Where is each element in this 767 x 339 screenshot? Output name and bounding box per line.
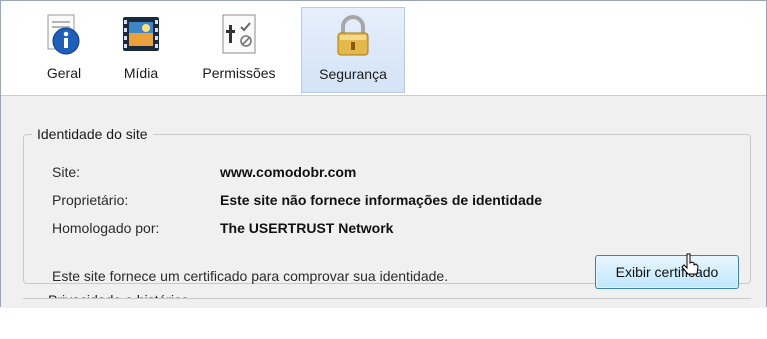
privacy-history-group: Privacidade e histórico: [23, 290, 751, 339]
site-value: www.comodobr.com: [220, 164, 357, 180]
padlock-icon: [331, 14, 375, 58]
tab-seguranca-label: Segurança: [319, 66, 387, 82]
tab-geral[interactable]: Geral: [33, 7, 95, 93]
view-certificate-button[interactable]: Exibir certificado: [595, 255, 739, 289]
tab-midia[interactable]: Mídia: [109, 7, 173, 93]
tab-permissoes[interactable]: Permissões: [189, 7, 289, 93]
page-info-window: Geral Mídia Permissões Segurança Identid…: [0, 0, 767, 308]
certificate-note: Este site fornece um certificado para co…: [52, 268, 449, 284]
privacy-history-title: Privacidade e histórico: [43, 290, 194, 298]
mouse-cursor-icon: [681, 253, 699, 275]
tab-permissoes-label: Permissões: [202, 65, 276, 81]
verified-by-value: The USERTRUST Network: [220, 220, 394, 236]
tab-seguranca[interactable]: Segurança: [301, 7, 405, 93]
info-icon: [42, 13, 86, 57]
toolbar: Geral Mídia Permissões Segurança: [1, 1, 766, 96]
owner-label: Proprietário:: [52, 192, 129, 208]
permissions-icon: [217, 13, 261, 57]
security-panel: Identidade do site Site: www.comodobr.co…: [1, 96, 766, 308]
tab-geral-label: Geral: [46, 65, 82, 81]
site-label: Site:: [52, 164, 81, 180]
media-icon: [119, 13, 163, 57]
site-identity-title: Identidade do site: [37, 126, 148, 142]
owner-value: Este site não fornece informações de ide…: [220, 192, 543, 208]
verified-by-label: Homologado por:: [52, 220, 160, 236]
tab-midia-label: Mídia: [123, 65, 159, 81]
site-identity-group: Identidade do site Site: www.comodobr.co…: [23, 126, 751, 289]
